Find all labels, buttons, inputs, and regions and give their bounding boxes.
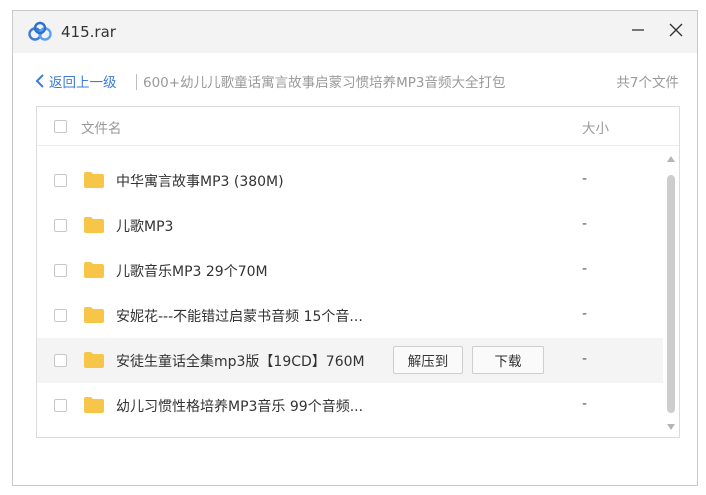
title-bar: 415.rar — [13, 11, 697, 53]
select-all-checkbox[interactable] — [54, 120, 67, 133]
vertical-scrollbar[interactable] — [663, 145, 679, 437]
folder-icon — [84, 172, 104, 188]
folder-icon — [84, 217, 104, 233]
row-size: - — [582, 351, 588, 367]
row-size: - — [582, 261, 588, 277]
row-checkbox[interactable] — [54, 264, 67, 277]
row-checkbox[interactable] — [54, 354, 67, 367]
list-item[interactable]: 儿歌MP3 - — [37, 203, 663, 248]
folder-icon — [84, 397, 104, 413]
row-name[interactable]: 儿歌音乐MP3 29个70M — [116, 261, 268, 281]
scroll-up-arrow-icon[interactable] — [666, 155, 676, 163]
row-checkbox[interactable] — [54, 219, 67, 232]
archive-window: 415.rar 返回上一级 600+幼儿儿歌童话寓言故事启蒙习惯培养MP3音频大… — [12, 10, 698, 486]
current-path: 600+幼儿儿歌童话寓言故事启蒙习惯培养MP3音频大全打包 — [143, 75, 506, 91]
breadcrumb: 返回上一级 600+幼儿儿歌童话寓言故事启蒙习惯培养MP3音频大全打包 共7个文… — [35, 71, 679, 93]
back-button[interactable]: 返回上一级 — [35, 71, 117, 91]
row-name[interactable]: 儿歌MP3 — [116, 216, 173, 236]
column-header-size[interactable]: 大小 — [582, 117, 609, 137]
baidu-netdisk-logo-icon — [28, 21, 52, 41]
row-checkbox[interactable] — [54, 399, 67, 412]
list-item[interactable]: 安妮花---不能错过启蒙书音频 15个音... - — [37, 293, 663, 338]
row-size: - — [582, 216, 588, 232]
column-header-name[interactable]: 文件名 — [81, 117, 122, 137]
row-name[interactable]: 安徒生童话全集mp3版【19CD】760M — [116, 351, 365, 371]
row-checkbox[interactable] — [54, 174, 67, 187]
rows-viewport: 中华寓言故事MP3 (380M) - 儿歌MP3 - 儿歌音乐MP3 29个70… — [37, 145, 663, 437]
list-item-hovered[interactable]: 安徒生童话全集mp3版【19CD】760M 解压到 下载 - — [37, 338, 663, 383]
row-checkbox[interactable] — [54, 309, 67, 322]
breadcrumb-divider — [136, 74, 137, 90]
list-header: 文件名 大小 — [37, 107, 679, 146]
row-name[interactable]: 中华寓言故事MP3 (380M) — [116, 171, 284, 191]
folder-icon — [84, 352, 104, 368]
row-size: - — [582, 171, 588, 187]
row-size: - — [582, 396, 588, 412]
close-button[interactable] — [659, 15, 693, 45]
row-name[interactable]: 安妮花---不能错过启蒙书音频 15个音... — [116, 306, 363, 326]
close-icon — [669, 23, 683, 37]
minimize-icon — [632, 29, 644, 31]
extract-to-button[interactable]: 解压到 — [393, 346, 463, 374]
back-label: 返回上一级 — [49, 75, 117, 91]
row-name[interactable]: 幼儿习惯性格培养MP3音乐 99个音频... — [116, 396, 363, 416]
file-count: 共7个文件 — [616, 75, 679, 91]
scroll-down-arrow-icon[interactable] — [666, 423, 676, 431]
window-title: 415.rar — [61, 23, 116, 41]
folder-icon — [84, 262, 104, 278]
list-item[interactable]: 中华寓言故事MP3 (380M) - — [37, 158, 663, 203]
download-button[interactable]: 下载 — [472, 346, 544, 374]
list-item[interactable]: 儿歌音乐MP3 29个70M - — [37, 248, 663, 293]
scrollbar-thumb[interactable] — [667, 175, 675, 413]
chevron-left-icon — [35, 74, 44, 88]
list-item-partial[interactable] — [37, 145, 663, 158]
file-list: 文件名 大小 中华寓言故事MP3 (380M) - 儿歌MP3 - 儿歌音乐MP… — [36, 106, 680, 438]
row-size: - — [582, 306, 588, 322]
folder-icon — [84, 307, 104, 323]
list-item[interactable]: 幼儿习惯性格培养MP3音乐 99个音频... - — [37, 383, 663, 428]
minimize-button[interactable] — [621, 15, 655, 45]
